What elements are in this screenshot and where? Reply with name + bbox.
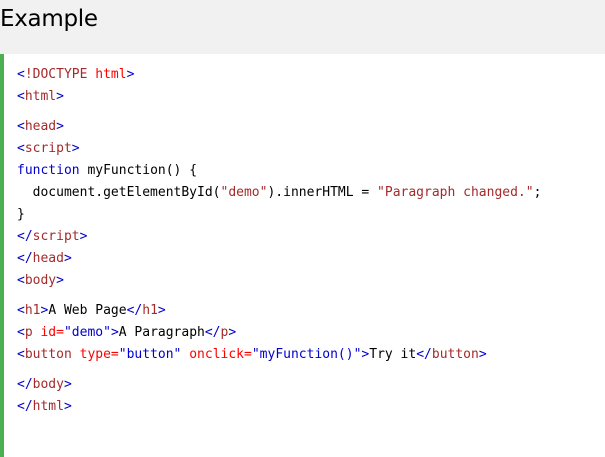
code-line-html-open: <html>: [17, 89, 64, 104]
code-line-html-close: </html>: [17, 399, 72, 414]
code-line-close-brace: }: [17, 207, 25, 222]
code-line-p: <p id="demo">A Paragraph</p>: [17, 325, 237, 340]
code-line-function: function myFunction() {: [17, 163, 198, 178]
code-line-doctype: <!DOCTYPE html>: [17, 67, 135, 82]
example-title: Example: [0, 6, 98, 32]
example-header: Example: [0, 0, 605, 54]
code-line-script-close: </script>: [17, 229, 88, 244]
code-line-script-open: <script>: [17, 141, 80, 156]
code-block: <!DOCTYPE html> <html> <head> <script> f…: [17, 64, 541, 418]
code-line-body-open: <body>: [17, 273, 64, 288]
code-line-head-close: </head>: [17, 251, 72, 266]
code-line-body-close: </body>: [17, 377, 72, 392]
code-line-innerhtml: document.getElementById("demo").innerHTM…: [17, 185, 542, 200]
code-example-box: <!DOCTYPE html> <html> <head> <script> f…: [0, 54, 605, 457]
code-line-button: <button type="button" onclick="myFunctio…: [17, 347, 487, 362]
code-line-head-open: <head>: [17, 119, 64, 134]
code-line-h1: <h1>A Web Page</h1>: [17, 303, 166, 318]
